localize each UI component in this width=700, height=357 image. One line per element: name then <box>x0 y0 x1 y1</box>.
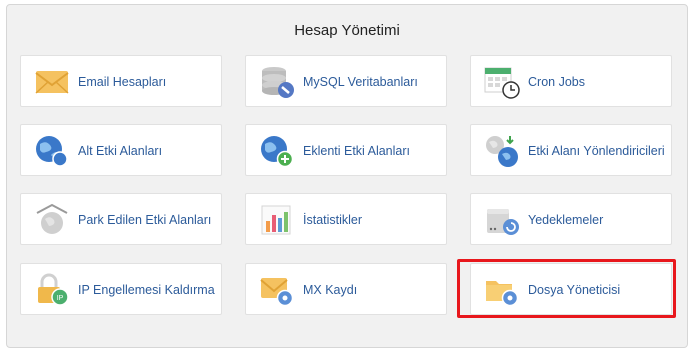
tile-label: İstatistikler <box>303 213 363 227</box>
tile-file-manager[interactable]: Dosya Yöneticisi <box>470 263 672 315</box>
tile-backups[interactable]: Yedeklemeler <box>470 193 672 245</box>
tile-addon-domains[interactable]: Eklenti Etki Alanları <box>245 124 447 176</box>
tile-email-accounts[interactable]: Email Hesapları <box>20 55 222 107</box>
ip-badge-text: IP <box>57 295 64 302</box>
tile-label: Cron Jobs <box>528 75 585 89</box>
tile-subdomains[interactable]: Alt Etki Alanları <box>20 124 222 176</box>
tile-label: Dosya Yöneticisi <box>528 283 621 297</box>
tile-ip-unblock[interactable]: IP IP Engellemesi Kaldırma <box>20 263 222 315</box>
tile-label: MX Kaydı <box>303 283 358 297</box>
globe-redirect-icon <box>484 134 520 168</box>
tile-label: Eklenti Etki Alanları <box>303 144 410 158</box>
bar-chart-icon <box>259 203 295 237</box>
backup-drive-icon <box>484 203 520 237</box>
parked-globe-icon <box>34 203 70 237</box>
tile-label: IP Engellemesi Kaldırma <box>78 283 215 297</box>
tile-cron-jobs[interactable]: Cron Jobs <box>470 55 672 107</box>
panel-title: Hesap Yönetimi <box>294 22 400 39</box>
padlock-ip-icon: IP <box>34 273 70 307</box>
database-icon <box>259 65 295 99</box>
tile-label: Park Edilen Etki Alanları <box>78 213 212 227</box>
tile-mx-entry[interactable]: MX Kaydı <box>245 263 447 315</box>
folder-icon <box>484 273 520 307</box>
tile-label: MySQL Veritabanları <box>303 75 418 89</box>
globe-add-icon <box>259 134 295 168</box>
tile-label: Etki Alanı Yönlendiricileri <box>528 144 665 158</box>
tile-label: Email Hesapları <box>78 75 167 89</box>
envelope-icon <box>34 65 70 99</box>
tile-label: Yedeklemeler <box>528 213 604 227</box>
tile-label: Alt Etki Alanları <box>78 144 163 158</box>
tile-mysql-databases[interactable]: MySQL Veritabanları <box>245 55 447 107</box>
tile-parked-domains[interactable]: Park Edilen Etki Alanları <box>20 193 222 245</box>
mail-settings-icon <box>259 273 295 307</box>
globe-icon <box>34 134 70 168</box>
tile-statistics[interactable]: İstatistikler <box>245 193 447 245</box>
calendar-clock-icon <box>484 65 520 99</box>
tile-domain-redirects[interactable]: Etki Alanı Yönlendiricileri <box>470 124 672 176</box>
